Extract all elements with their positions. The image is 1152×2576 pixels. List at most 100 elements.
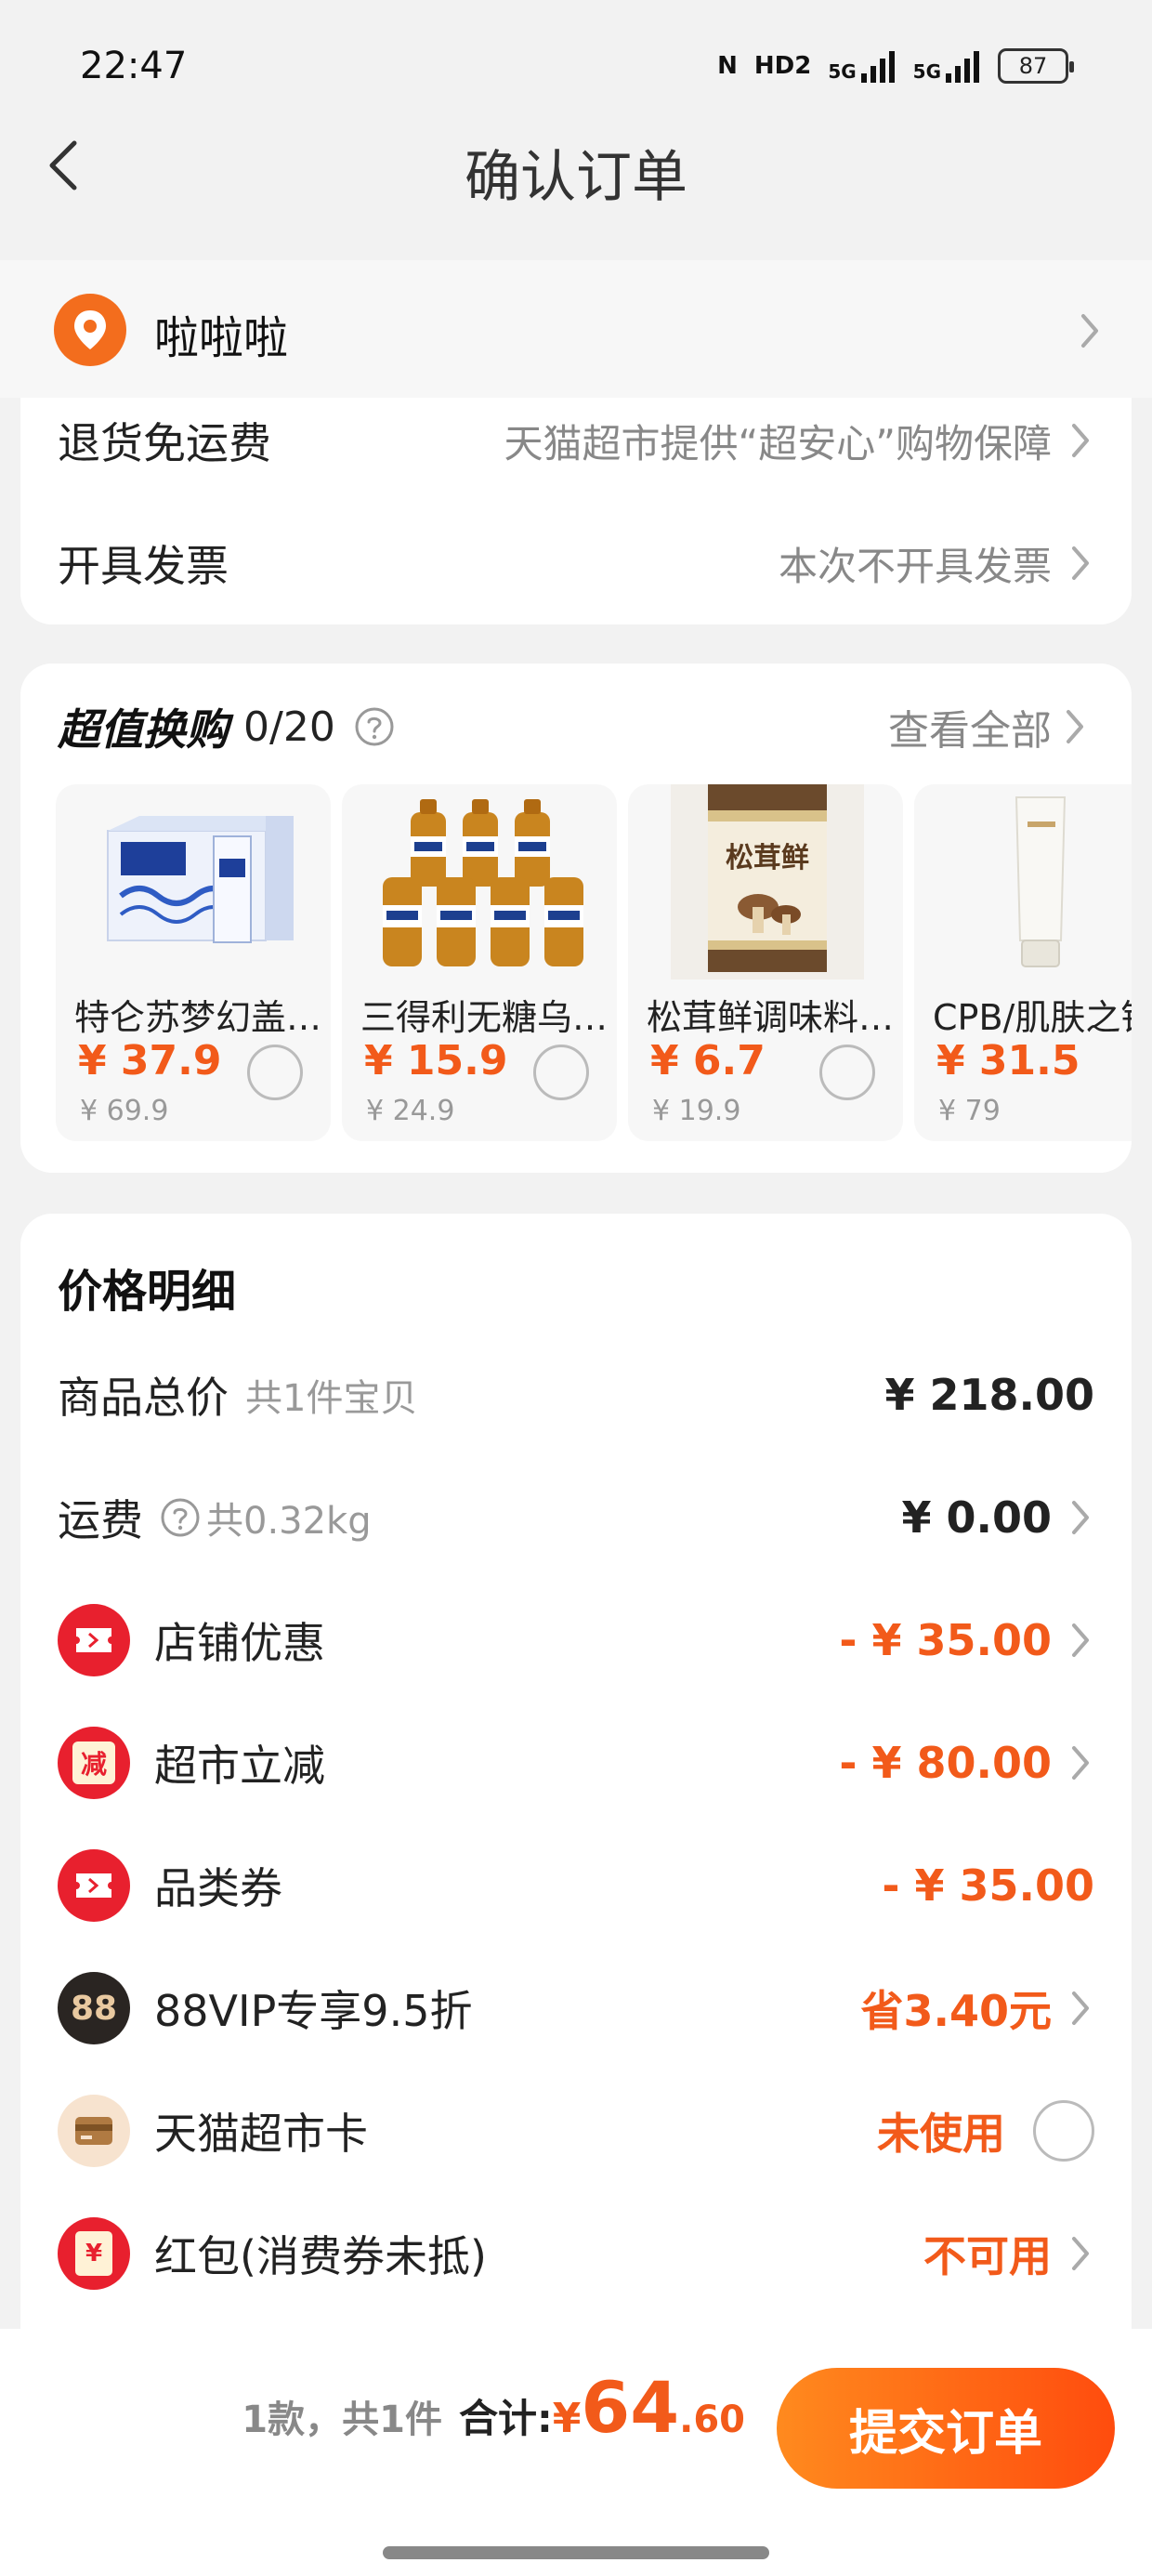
milk-box-image [107, 816, 294, 943]
tmall-card-row[interactable]: 天猫超市卡 未使用 [58, 2089, 1094, 2173]
product-old-price: ¥ 19.9 [652, 1095, 741, 1127]
red-packet-value: 不可用 [923, 2231, 1052, 2281]
shipping-row[interactable]: 运费 共0.32kg ¥ 0.00 [58, 1476, 1094, 1559]
instant-discount-value: - ¥ 80.00 [839, 1738, 1052, 1788]
select-radio[interactable] [819, 1045, 875, 1100]
chevron-right-icon [1072, 1991, 1089, 2025]
total-currency: ¥ [552, 2395, 582, 2442]
price-detail-title: 价格明细 [58, 1266, 237, 1318]
view-all-link[interactable]: 查看全部 [888, 697, 1083, 756]
vip-88-icon: 88 [58, 1972, 130, 2044]
tmall-card-radio[interactable] [1033, 2100, 1094, 2162]
nav-bar: 确认订单 [0, 112, 1152, 219]
chevron-right-icon [1072, 546, 1089, 580]
shipping-value: ¥ 0.00 [901, 1492, 1052, 1543]
hd-icon: HD2 [753, 52, 812, 80]
chevron-right-icon [1081, 314, 1098, 348]
ticket-icon [58, 1604, 130, 1676]
mushroom-jar-image [671, 784, 864, 979]
red-packet-glyph: ¥ [75, 2231, 112, 2276]
chevron-right-icon [1072, 1623, 1089, 1657]
nfc-icon: N [717, 52, 738, 80]
vip-discount-row[interactable]: 88 88VIP专享9.5折 省3.40元 [58, 1966, 1094, 2050]
total-summary: 1款，共1件 合计: ¥ 64 .60 [242, 2366, 745, 2470]
store-discount-row[interactable]: 店铺优惠 - ¥ 35.00 [58, 1598, 1094, 1682]
ticket-icon [58, 1849, 130, 1922]
product-card[interactable]: 特仑苏梦幻盖… ¥ 37.9 ¥ 69.9 [56, 784, 331, 1141]
invoice-value: 本次不开具发票 [778, 543, 1052, 589]
product-card[interactable]: CPB/肌肤之钥 ¥ 31.5 ¥ 79 [914, 784, 1132, 1141]
tmall-card-label: 天猫超市卡 [154, 2109, 368, 2159]
red-packet-label: 红包(消费券未抵) [154, 2231, 487, 2281]
goods-total-label: 商品总价 [58, 1373, 229, 1423]
red-packet-icon: ¥ [58, 2217, 130, 2290]
battery-level: 87 [1018, 53, 1048, 79]
cleanser-tube-image [914, 784, 1132, 979]
goods-total-value: ¥ 218.00 [884, 1370, 1094, 1420]
invoice-row[interactable]: 开具发票 本次不开具发票 [58, 526, 1094, 600]
submit-order-button[interactable]: 提交订单 [777, 2368, 1115, 2489]
discount-icon: 减 [58, 1727, 130, 1799]
view-all-label: 查看全部 [888, 707, 1052, 755]
product-price: ¥ 37.9 [78, 1037, 222, 1084]
vip-discount-value: 省3.40元 [860, 1986, 1053, 2036]
return-shipping-label: 退货免运费 [58, 418, 271, 468]
status-bar: 22:47 N HD2 5G 5G 87 [0, 0, 1152, 130]
product-old-price: ¥ 24.9 [366, 1095, 455, 1127]
goods-total-row: 商品总价 共1件宝贝 ¥ 218.00 [58, 1353, 1094, 1437]
return-shipping-value: 天猫超市提供“超安心”购物保障 [504, 420, 1052, 467]
red-packet-row[interactable]: ¥ 红包(消费券未抵) 不可用 [58, 2212, 1094, 2295]
swap-title: 超值换购 [58, 704, 229, 755]
product-name: 三得利无糖乌… [360, 997, 609, 1038]
swap-header: 超值换购 0/20 [58, 697, 395, 756]
vip-discount-label: 88VIP专享9.5折 [154, 1986, 473, 2036]
chevron-right-icon [1067, 710, 1083, 743]
location-pin-icon [54, 294, 126, 366]
category-coupon-value: - ¥ 35.00 [882, 1860, 1094, 1911]
status-icons: N HD2 5G 5G 87 [717, 45, 1074, 87]
chevron-right-icon [1072, 1746, 1089, 1780]
product-old-price: ¥ 69.9 [80, 1095, 169, 1127]
product-name: 特仑苏梦幻盖… [74, 997, 322, 1038]
shipping-weight: 共0.32kg [206, 1500, 372, 1543]
address-card[interactable]: 啦啦啦 [0, 260, 1152, 398]
swap-count: 0/20 [243, 703, 335, 751]
select-radio[interactable] [533, 1045, 589, 1100]
jar-label: 松茸鲜 [726, 842, 809, 874]
swap-deals-card: 超值换购 0/20 查看全部 特仑苏梦幻盖… ¥ 37.9 ¥ 69.9 三得利… [20, 664, 1132, 1173]
chevron-right-icon [1072, 2237, 1089, 2270]
checkout-bar: 1款，共1件 合计: ¥ 64 .60 提交订单 [0, 2329, 1152, 2576]
store-discount-value: - ¥ 35.00 [839, 1615, 1052, 1665]
category-coupon-row: 品类券 - ¥ 35.00 [58, 1844, 1094, 1927]
oolong-bottles-image [383, 799, 583, 966]
return-shipping-row[interactable]: 退货免运费 天猫超市提供“超安心”购物保障 [58, 403, 1094, 478]
help-icon[interactable] [160, 1497, 201, 1538]
card-icon [58, 2095, 130, 2167]
signal-icon-2: 5G [913, 49, 981, 83]
category-coupon-label: 品类券 [154, 1863, 282, 1913]
product-card[interactable]: 三得利无糖乌… ¥ 15.9 ¥ 24.9 [342, 784, 617, 1141]
address-name: 啦啦啦 [154, 312, 289, 364]
battery-icon: 87 [998, 48, 1074, 84]
shipping-label: 运费 [58, 1495, 143, 1545]
home-indicator[interactable] [383, 2546, 769, 2559]
product-card[interactable]: 松茸鲜 松茸鲜调味料… ¥ 6.7 ¥ 19.9 [628, 784, 903, 1141]
product-name: 松茸鲜调味料… [647, 997, 895, 1038]
product-old-price: ¥ 79 [938, 1095, 1001, 1127]
swap-product-list: 特仑苏梦幻盖… ¥ 37.9 ¥ 69.9 三得利无糖乌… ¥ 15.9 ¥ 2… [56, 784, 1132, 1141]
instant-discount-label: 超市立减 [154, 1741, 325, 1791]
page-title: 确认订单 [465, 145, 687, 210]
select-radio[interactable] [247, 1045, 303, 1100]
tmall-card-value: 未使用 [877, 2109, 1005, 2159]
vip-88-glyph: 88 [70, 1989, 118, 2028]
product-price: ¥ 15.9 [364, 1037, 508, 1084]
product-price: ¥ 6.7 [650, 1037, 766, 1084]
discount-icon-glyph: 减 [72, 1741, 115, 1784]
chevron-right-icon [1072, 424, 1089, 457]
help-icon[interactable] [354, 706, 395, 747]
instant-discount-row[interactable]: 减 超市立减 - ¥ 80.00 [58, 1721, 1094, 1805]
total-amount-integer: 64 [581, 2366, 680, 2449]
item-count: 1款，共1件 [242, 2399, 442, 2441]
chevron-right-icon [1072, 1501, 1089, 1534]
store-discount-label: 店铺优惠 [154, 1618, 325, 1668]
